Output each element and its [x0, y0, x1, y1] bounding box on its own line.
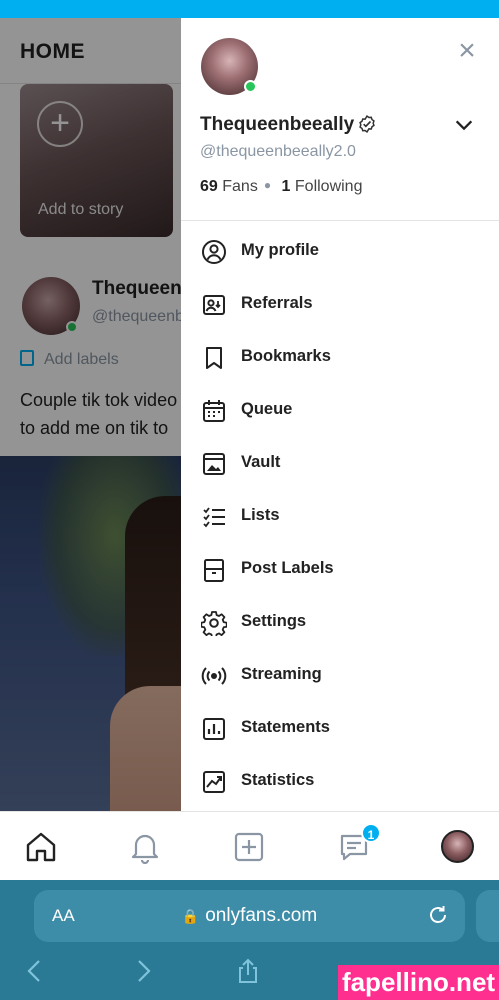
avatar[interactable]	[201, 38, 258, 95]
calendar-icon	[203, 400, 225, 422]
referral-icon	[203, 295, 225, 315]
back-icon[interactable]	[22, 958, 48, 984]
menu-item-label: Settings	[241, 612, 307, 630]
profile-handle: @thequeenbeeally2.0	[200, 143, 356, 160]
bell-icon[interactable]	[128, 830, 162, 864]
menu-item-label: Queue	[241, 400, 293, 418]
forward-icon[interactable]	[130, 958, 156, 984]
menu-item-label: My profile	[241, 241, 319, 259]
add-post-icon[interactable]	[232, 830, 266, 864]
share-icon[interactable]	[235, 958, 261, 984]
vault-image-icon	[203, 453, 225, 475]
side-drawer: × Thequeenbeeally @thequeenbeeally2.0 69…	[181, 18, 499, 811]
watermark: fapellino.net	[338, 965, 499, 1000]
online-indicator	[244, 80, 257, 93]
statement-chart-icon	[203, 718, 225, 740]
bookmark-icon	[206, 347, 222, 369]
url-text: onlyfans.com	[205, 905, 318, 926]
menu-item-post-labels[interactable]: Post Labels	[181, 543, 499, 596]
menu-item-streaming[interactable]: Streaming	[181, 649, 499, 702]
menu-item-statements[interactable]: Statements	[181, 702, 499, 755]
menu-item-label: Lists	[241, 506, 280, 524]
menu-item-queue[interactable]: Queue	[181, 384, 499, 437]
menu-item-label: Statistics	[241, 771, 315, 789]
profile-stats: 69 Fans ● 1 Following	[200, 178, 362, 196]
post-label-icon	[204, 559, 224, 582]
menu-item-vault[interactable]: Vault	[181, 437, 499, 490]
adjacent-tab[interactable]	[476, 890, 499, 942]
bottom-nav	[0, 811, 499, 880]
list-icon	[203, 507, 225, 528]
menu-item-label: Statements	[241, 718, 330, 736]
reload-icon[interactable]	[426, 903, 450, 927]
lock-icon: 🔒	[181, 908, 200, 924]
divider	[181, 220, 499, 221]
status-bar	[0, 0, 499, 18]
fans-label[interactable]: Fans	[222, 178, 258, 195]
verified-badge-icon	[359, 114, 375, 134]
user-circle-icon	[202, 240, 226, 264]
address-bar[interactable]: AA 🔒 onlyfans.com	[34, 890, 465, 942]
menu-item-label: Post Labels	[241, 559, 334, 577]
drawer-menu: My profile Referrals Bookmarks Queue Vau…	[181, 225, 499, 808]
menu-item-label: Bookmarks	[241, 347, 331, 365]
chevron-down-icon[interactable]	[453, 114, 475, 136]
close-icon[interactable]: ×	[453, 36, 481, 66]
profile-avatar-tab[interactable]	[441, 830, 474, 863]
fans-count: 69	[200, 178, 218, 195]
following-label[interactable]: Following	[295, 178, 363, 195]
separator-dot: ●	[263, 178, 272, 192]
broadcast-icon	[201, 667, 227, 685]
menu-item-lists[interactable]: Lists	[181, 490, 499, 543]
home-icon[interactable]	[24, 830, 58, 864]
gear-icon	[201, 611, 227, 636]
menu-item-referrals[interactable]: Referrals	[181, 278, 499, 331]
menu-item-label: Referrals	[241, 294, 313, 312]
menu-item-bookmarks[interactable]: Bookmarks	[181, 331, 499, 384]
menu-item-settings[interactable]: Settings	[181, 596, 499, 649]
menu-item-label: Vault	[241, 453, 281, 471]
menu-item-label: Streaming	[241, 665, 322, 683]
url-display[interactable]: 🔒 onlyfans.com	[34, 905, 465, 927]
menu-item-statistics[interactable]: Statistics	[181, 755, 499, 808]
statistics-chart-icon	[203, 771, 225, 793]
menu-item-my-profile[interactable]: My profile	[181, 225, 499, 278]
profile-name[interactable]: Thequeenbeeally	[200, 114, 354, 136]
messages-badge: 1	[361, 823, 381, 843]
following-count: 1	[281, 178, 291, 195]
